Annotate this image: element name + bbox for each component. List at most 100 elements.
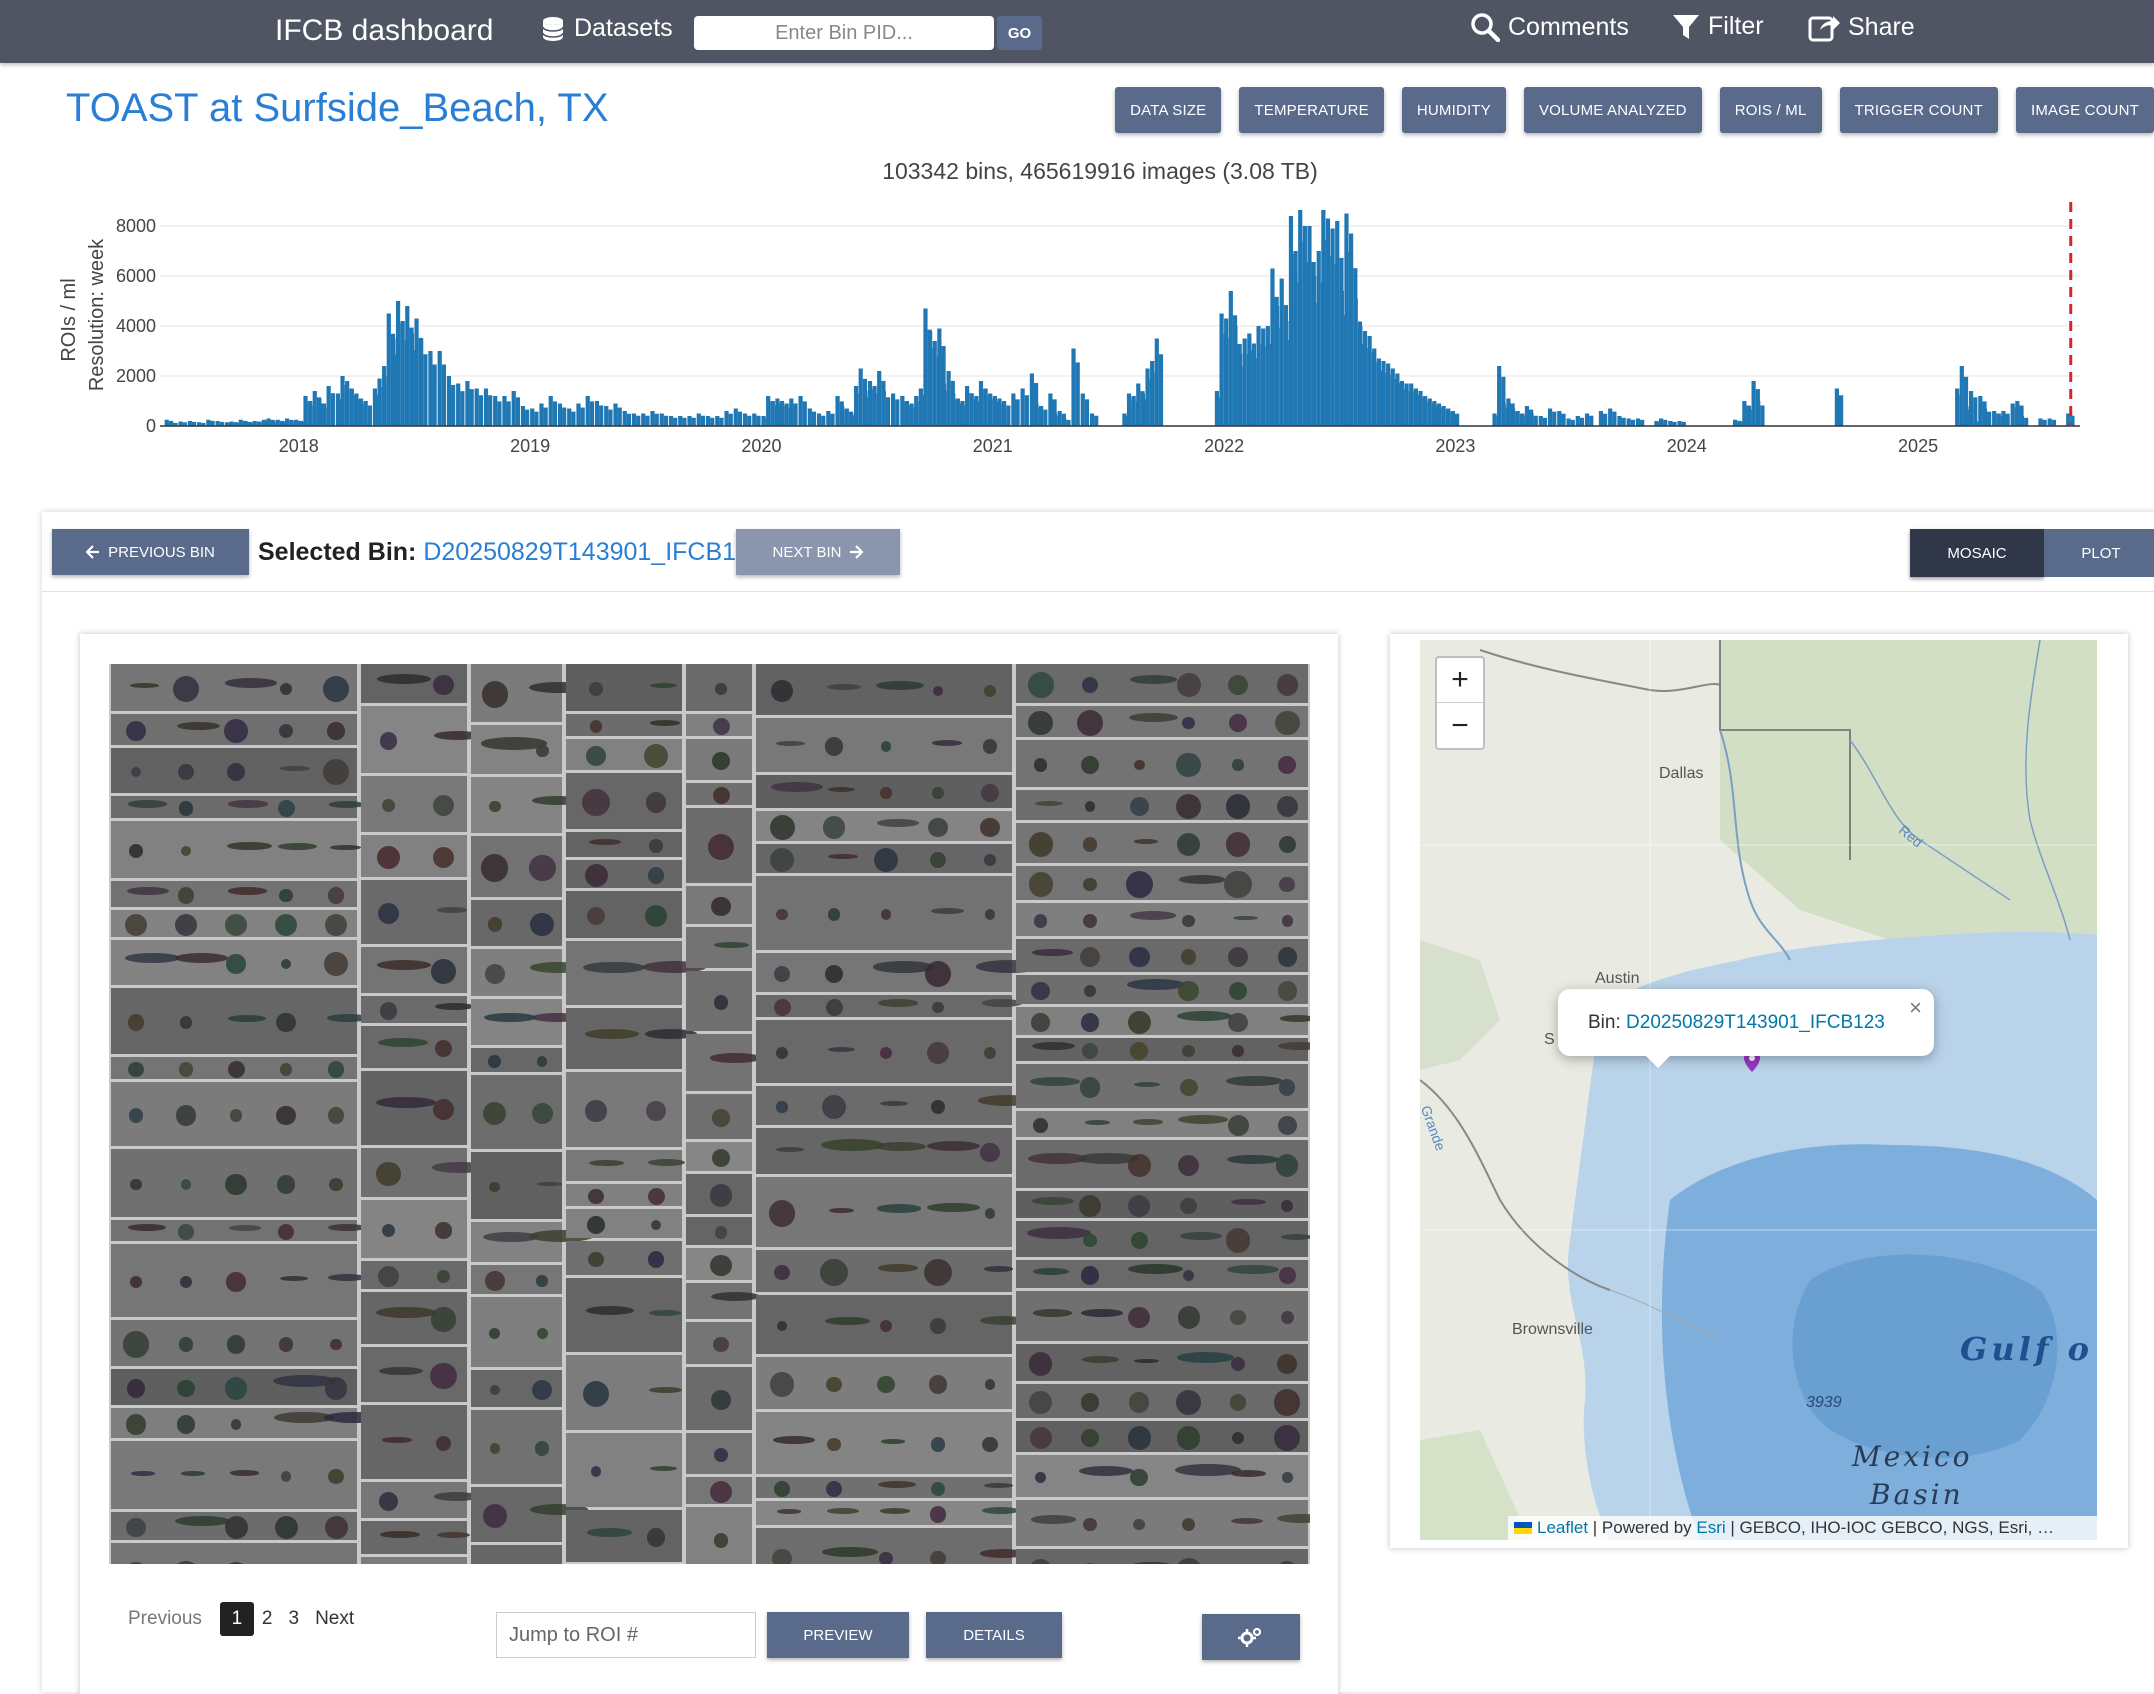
chart-bar[interactable] (1533, 415, 1538, 426)
roi-thumbnail[interactable] (471, 999, 583, 1045)
chart-bar[interactable] (636, 415, 641, 426)
zoom-in-button[interactable]: + (1437, 658, 1483, 703)
chart-bar[interactable] (367, 405, 372, 427)
chart-bar[interactable] (349, 388, 354, 427)
chart-bar[interactable] (294, 419, 299, 426)
chart-bar[interactable] (802, 401, 807, 426)
roi-thumbnail[interactable] (1016, 706, 1308, 737)
chart-bar[interactable] (1274, 306, 1280, 426)
chart-bar[interactable] (335, 393, 341, 427)
roi-thumbnail[interactable] (566, 1278, 682, 1352)
chart-bar[interactable] (650, 411, 655, 426)
chart-bar[interactable] (589, 401, 595, 426)
chart-bar[interactable] (881, 391, 886, 426)
roi-thumbnail[interactable] (111, 1408, 384, 1438)
chart-bar[interactable] (363, 401, 368, 426)
chart-bar[interactable] (1251, 343, 1257, 427)
chart-bar[interactable] (1538, 416, 1543, 426)
chart-bar[interactable] (515, 397, 521, 426)
roi-thumbnail[interactable] (566, 1072, 682, 1147)
roi-thumbnail[interactable] (756, 1250, 1014, 1292)
chart-bar[interactable] (1330, 228, 1335, 427)
chart-bar[interactable] (1756, 401, 1761, 426)
next-bin-button[interactable]: NEXT BIN (736, 529, 900, 575)
chart-bar[interactable] (1066, 419, 1071, 426)
roi-thumbnail[interactable] (471, 836, 562, 897)
chart-bar[interactable] (580, 407, 585, 426)
roi-thumbnail[interactable] (566, 773, 682, 829)
chart-bar[interactable] (354, 393, 359, 427)
chart-bar[interactable] (626, 413, 632, 426)
chart-bar[interactable] (419, 338, 424, 427)
chart-bar[interactable] (2005, 413, 2010, 426)
chart-bar[interactable] (423, 354, 428, 426)
chart-bar[interactable] (1955, 388, 1960, 427)
roi-thumbnail[interactable] (361, 1482, 480, 1518)
roi-thumbnail[interactable] (111, 796, 365, 818)
chart-bar[interactable] (308, 401, 313, 426)
chart-bar[interactable] (1376, 358, 1381, 427)
chart-bar[interactable] (1006, 405, 1011, 427)
roi-thumbnail[interactable] (471, 1297, 562, 1367)
chart-bar[interactable] (210, 420, 215, 426)
chart-bar[interactable] (923, 308, 928, 427)
chart-bar[interactable] (1029, 373, 1034, 427)
chart-bar[interactable] (872, 386, 877, 426)
chart-bar[interactable] (1284, 321, 1289, 426)
chart-bar[interactable] (890, 393, 896, 427)
chart-bar[interactable] (2019, 416, 2025, 426)
chart-bar[interactable] (261, 419, 266, 426)
chart-bar[interactable] (1043, 409, 1048, 426)
chart-bar[interactable] (164, 419, 169, 426)
roi-thumbnail[interactable] (1016, 1191, 1308, 1218)
chart-bar[interactable] (1621, 417, 1626, 426)
chart-bar[interactable] (441, 364, 446, 427)
chart-bar[interactable] (673, 417, 678, 426)
chart-bar[interactable] (1075, 362, 1080, 426)
roi-thumbnail[interactable] (361, 996, 475, 1023)
roi-thumbnail[interactable] (111, 1369, 357, 1405)
chart-bar[interactable] (687, 416, 692, 426)
chart-bar[interactable] (1298, 210, 1303, 426)
chart-bar[interactable] (826, 411, 831, 426)
chart-bar[interactable] (1335, 221, 1340, 426)
chart-bar[interactable] (821, 415, 826, 426)
roi-thumbnail[interactable] (566, 941, 707, 1005)
roi-thumbnail[interactable] (471, 949, 588, 996)
share-button[interactable]: Share (1808, 12, 1915, 42)
roi-thumbnail[interactable] (111, 940, 357, 985)
chart-bar[interactable] (483, 388, 489, 427)
chart-bar[interactable] (900, 396, 905, 426)
chart-bar[interactable] (391, 338, 396, 427)
chart-bar[interactable] (641, 413, 646, 427)
chart-bar[interactable] (358, 398, 364, 427)
chart-bar[interactable] (1497, 366, 1502, 426)
roi-thumbnail[interactable] (1016, 1064, 1308, 1108)
chart-bar[interactable] (756, 415, 761, 426)
chart-bar[interactable] (1418, 391, 1423, 426)
chart-bar[interactable] (451, 385, 456, 426)
chart-bar[interactable] (691, 417, 696, 426)
roi-thumbnail[interactable] (361, 947, 467, 993)
roi-thumbnail[interactable] (1016, 1344, 1308, 1381)
roi-thumbnail[interactable] (1016, 939, 1308, 972)
chart-bar[interactable] (867, 381, 873, 426)
chart-bar[interactable] (747, 415, 752, 426)
roi-thumbnail[interactable] (566, 739, 682, 770)
pagination-page-1[interactable]: 1 (219, 1602, 254, 1636)
roi-thumbnail[interactable] (566, 1184, 682, 1206)
roi-thumbnail[interactable] (756, 1295, 1028, 1354)
selected-bin-link[interactable]: D20250829T143901_IFCB123 (423, 538, 764, 566)
chart-bar[interactable] (1663, 419, 1668, 426)
chart-bar[interactable] (238, 419, 243, 426)
roi-thumbnail[interactable] (1016, 1111, 1308, 1137)
go-button[interactable]: GO (997, 16, 1042, 50)
chart-bar[interactable] (2047, 418, 2052, 427)
chart-bar[interactable] (557, 403, 563, 427)
roi-thumbnail[interactable] (111, 910, 357, 937)
roi-thumbnail[interactable] (756, 1020, 1012, 1083)
chart-bar[interactable] (1427, 398, 1432, 427)
chart-bar[interactable] (1589, 415, 1594, 426)
roi-thumbnail[interactable] (471, 1048, 562, 1072)
chart-bar[interactable] (844, 408, 849, 427)
